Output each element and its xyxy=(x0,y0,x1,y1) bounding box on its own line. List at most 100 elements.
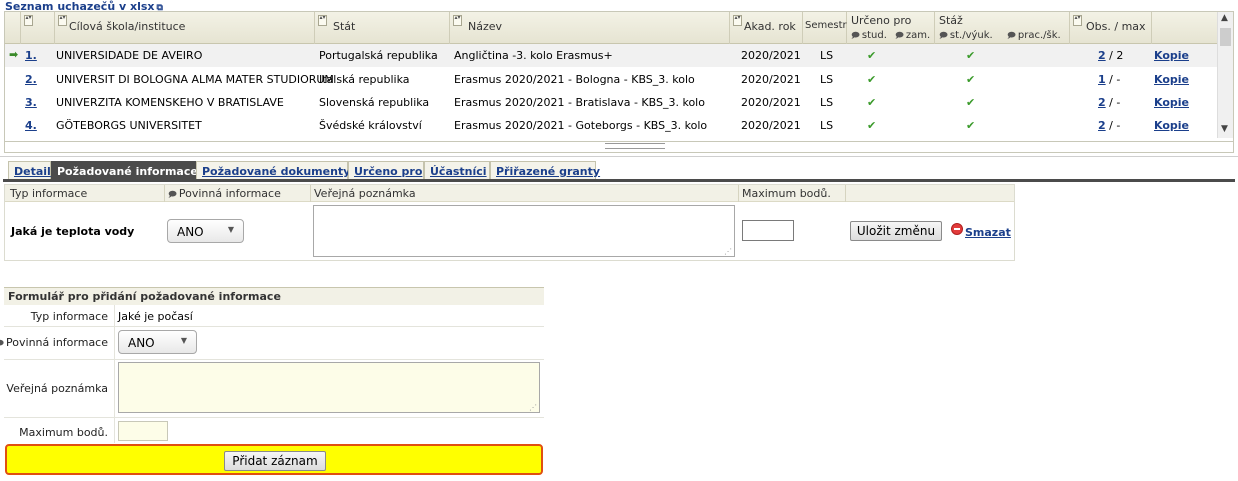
copy-link[interactable]: Kopie xyxy=(1154,49,1189,62)
row-school: UNIVERSIDADE DE AVEIRO xyxy=(56,49,203,62)
scroll-down-icon[interactable]: ▼ xyxy=(1221,124,1228,134)
header-urceno-stud: 🗩 stud. xyxy=(851,30,887,41)
table-row[interactable]: 3. UNIVERZITA KOMENSKEHO V BRATISLAVE Slov… xyxy=(5,91,1217,114)
row-number-link[interactable]: 3. xyxy=(25,96,37,109)
add-record-button[interactable]: Přidat záznam xyxy=(224,451,326,471)
sort-icon[interactable]: ▴▾ xyxy=(58,15,67,26)
check-icon: ✔ xyxy=(867,96,877,109)
copy-link[interactable]: Kopie xyxy=(1154,73,1189,86)
header-urceno: Určeno pro 🗩 stud. 🗩 zam. xyxy=(847,12,935,44)
resize-grip-icon: ⋰ xyxy=(529,403,537,412)
header-urceno-zam: 🗩 zam. xyxy=(895,30,931,41)
header-order[interactable]: ▴▾ xyxy=(21,12,55,44)
current-row-arrow-icon: ➡ xyxy=(9,48,19,61)
form-required-label: 🗩Povinná informace xyxy=(0,336,108,352)
header-name-label: Název xyxy=(468,20,503,33)
scroll-thumb[interactable] xyxy=(1220,28,1231,46)
tab-pozadovane-informace[interactable]: Požadované informace xyxy=(51,161,198,180)
check-icon: ✔ xyxy=(867,119,877,132)
check-icon: ✔ xyxy=(966,119,976,132)
applications-grid: ▴▾ ▴▾ Cílová škola/instituce ▴▾ Stát ▴▾ Náz… xyxy=(4,11,1234,153)
chevron-down-icon: ▼ xyxy=(180,336,187,345)
form-title: Formulář pro přidání požadované informac… xyxy=(4,287,544,305)
tab-urceno-pro[interactable]: Určeno pro xyxy=(348,161,424,180)
delete-icon[interactable] xyxy=(951,223,963,235)
sort-icon[interactable]: ▴▾ xyxy=(24,15,33,26)
tab-pozadovane-dokumenty[interactable]: Požadované dokumenty xyxy=(196,161,350,180)
row-obs-link[interactable]: 1 xyxy=(1098,73,1106,86)
header-year-label: Akad. rok xyxy=(744,20,796,33)
form-type-value: Jaké je počasí xyxy=(118,310,193,323)
row-year: 2020/2021 xyxy=(741,73,801,86)
info-header-note: Veřejná poznámka xyxy=(314,187,416,200)
header-obs-label: Obs. / max xyxy=(1086,20,1146,33)
row-obs-link[interactable]: 2 xyxy=(1098,119,1106,132)
header-staz: Stáž 🗩 st./výuk. 🗩 prac./šk. xyxy=(935,12,1070,44)
header-staz-label: Stáž xyxy=(939,14,963,27)
tab-underline xyxy=(3,179,1235,182)
row-school: UNIVERSIT DI BOLOGNA ALMA MATER STUDIORU… xyxy=(56,73,334,86)
info-note-textarea[interactable]: ⋰ xyxy=(313,205,735,257)
form-required-select[interactable]: ANO ▼ xyxy=(118,330,197,354)
info-header-type: Typ informace xyxy=(10,187,88,200)
row-number-link[interactable]: 4. xyxy=(25,119,37,132)
save-change-button[interactable]: Uložit změnu xyxy=(850,221,942,241)
form-type-label: Typ informace xyxy=(30,310,108,323)
table-row[interactable]: ➡ 1. UNIVERSIDADE DE AVEIRO Portugalská rep… xyxy=(5,44,1217,67)
tab-prirazene-granty[interactable]: Přiřazené granty xyxy=(490,161,600,180)
check-icon: ✔ xyxy=(867,49,877,62)
sort-icon[interactable]: ▴▾ xyxy=(733,15,742,26)
row-obs-link[interactable]: 2 xyxy=(1098,49,1106,62)
info-header-max: Maximum bodů. xyxy=(742,187,831,200)
check-icon: ✔ xyxy=(966,49,976,62)
row-state: Švédské království xyxy=(319,119,422,132)
info-required-value: ANO xyxy=(177,225,204,239)
row-obs: 2 / 2 xyxy=(1098,49,1124,62)
copy-link[interactable]: Kopie xyxy=(1154,119,1189,132)
table-row[interactable]: 2. UNIVERSIT DI BOLOGNA ALMA MATER STUDIO… xyxy=(5,68,1217,91)
row-name: Angličtina -3. kolo Erasmus+ xyxy=(454,49,613,62)
row-semester: LS xyxy=(820,73,834,86)
resize-grip-icon: ⋰ xyxy=(724,247,732,256)
header-actions xyxy=(1152,12,1217,44)
row-school: GÖTEBORGS UNIVERSITET xyxy=(56,119,202,132)
info-required-select[interactable]: ANO ▼ xyxy=(167,219,244,243)
check-icon: ✔ xyxy=(867,73,877,86)
row-obs-link[interactable]: 2 xyxy=(1098,96,1106,109)
required-info-table: Typ informace 🗩 Povinná informace Veřejná… xyxy=(4,184,1015,261)
chevron-down-icon: ▼ xyxy=(227,225,234,234)
add-info-form: Formulář pro přidání požadované informac… xyxy=(0,287,544,477)
scroll-up-icon[interactable]: ▲ xyxy=(1221,13,1228,23)
sort-icon[interactable]: ▴▾ xyxy=(318,15,327,26)
delete-link[interactable]: Smazat xyxy=(965,226,1011,239)
sort-icon[interactable]: ▴▾ xyxy=(1073,15,1082,26)
row-name: Erasmus 2020/2021 - Goteborgs - KBS_3. k… xyxy=(454,119,708,132)
comment-icon: 🗩 xyxy=(939,31,948,40)
form-required-value: ANO xyxy=(128,336,155,350)
tab-detail[interactable]: Detail xyxy=(8,161,51,180)
row-obs: 2 / - xyxy=(1098,96,1121,109)
form-max-points-input[interactable] xyxy=(118,421,168,441)
header-obs[interactable]: ▴▾ Obs. / max xyxy=(1070,12,1152,44)
grid-vertical-scrollbar[interactable]: ▲ ▼ xyxy=(1217,12,1233,138)
row-state: Italská republika xyxy=(319,73,410,86)
comment-icon: 🗩 xyxy=(0,339,4,348)
table-row[interactable]: 4. GÖTEBORGS UNIVERSITET Švédské královstv… xyxy=(5,114,1217,137)
info-max-points-input[interactable] xyxy=(742,220,794,241)
header-urceno-label: Určeno pro xyxy=(851,14,912,27)
row-number-link[interactable]: 2. xyxy=(25,73,37,86)
header-year[interactable]: ▴▾ Akad. rok xyxy=(730,12,803,44)
grid-resize-handle[interactable] xyxy=(605,143,665,149)
tab-ucastnici[interactable]: Účastníci xyxy=(424,161,490,180)
row-number-link[interactable]: 1. xyxy=(25,49,37,62)
row-semester: LS xyxy=(820,49,834,62)
header-state[interactable]: ▴▾ Stát xyxy=(315,12,450,44)
sort-icon[interactable]: ▴▾ xyxy=(453,15,462,26)
copy-link[interactable]: Kopie xyxy=(1154,96,1189,109)
header-school[interactable]: ▴▾ Cílová škola/instituce xyxy=(55,12,315,44)
check-icon: ✔ xyxy=(966,73,976,86)
form-note-label: Veřejná poznámka xyxy=(6,382,108,395)
form-note-textarea[interactable]: ⋰ xyxy=(118,362,540,413)
header-name[interactable]: ▴▾ Název xyxy=(450,12,730,44)
section-divider xyxy=(0,156,1238,157)
